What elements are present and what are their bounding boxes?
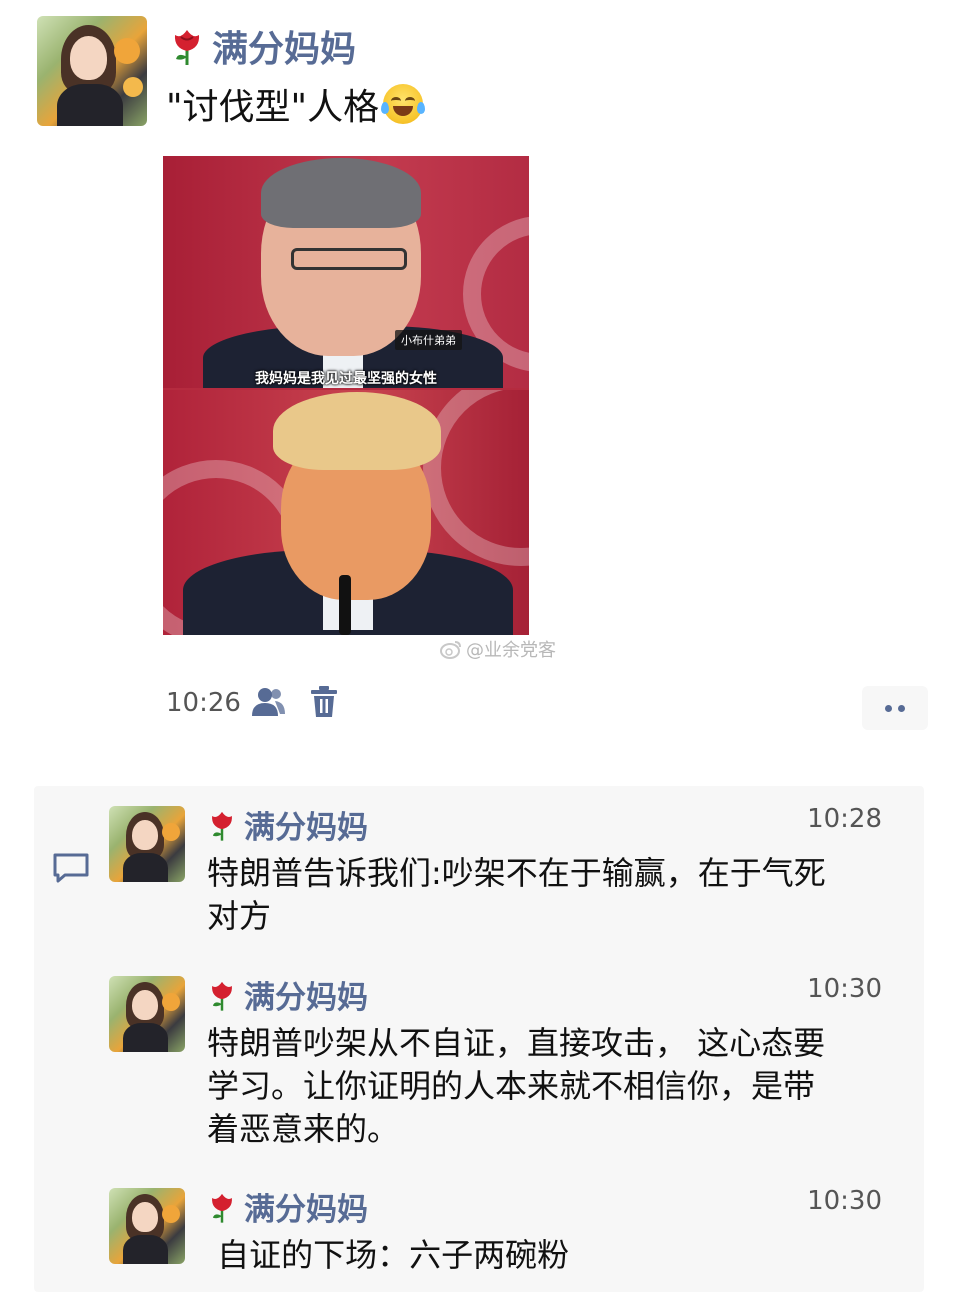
comment-avatar[interactable] xyxy=(109,806,185,882)
comment-time: 10:30 xyxy=(807,974,882,1004)
post-author-name[interactable]: 满分妈妈 xyxy=(170,20,356,72)
image-name-tag: 小布什弟弟 xyxy=(395,330,462,350)
comment-avatar[interactable] xyxy=(109,1188,185,1264)
image-panel-bottom xyxy=(163,390,529,635)
comment-text: 特朗普吵架从不自证，直接攻击， 这心态要 学习。让你证明的人本来就不相信你，是带… xyxy=(207,1024,826,1148)
post-time: 10:26 xyxy=(166,688,241,718)
comment-author-name[interactable]: 满分妈妈 xyxy=(208,972,368,1017)
rose-icon xyxy=(174,30,200,65)
comment-author-name-text: 满分妈妈 xyxy=(244,1192,368,1228)
comment-author-name-text: 满分妈妈 xyxy=(244,810,368,846)
tears-of-joy-emoji xyxy=(381,84,426,124)
post-author-avatar[interactable] xyxy=(37,16,147,126)
more-dot xyxy=(885,704,892,712)
more-dot xyxy=(898,704,905,712)
comment-time: 10:30 xyxy=(807,1186,882,1216)
rose-icon xyxy=(212,1193,232,1223)
image-watermark: @业余党客 xyxy=(440,636,556,662)
image-panel-top: 小布什弟弟 我妈妈是我见过最坚强的女性 xyxy=(163,156,529,388)
comment-author-name-text: 满分妈妈 xyxy=(244,980,368,1016)
image-caption: 我妈妈是我见过最坚强的女性 xyxy=(255,371,437,387)
comment-time: 10:28 xyxy=(807,804,882,834)
post-text-content: "讨伐型"人格 xyxy=(166,87,380,128)
comment-avatar[interactable] xyxy=(109,976,185,1052)
visibility-icon[interactable] xyxy=(248,684,288,720)
comment-author-name[interactable]: 满分妈妈 xyxy=(208,1184,368,1229)
rose-icon xyxy=(212,811,232,841)
comment-icon xyxy=(52,852,90,888)
weibo-icon xyxy=(440,641,461,659)
comment-text: 自证的下场：六子两碗粉 xyxy=(207,1236,570,1274)
post-author-name-text: 满分妈妈 xyxy=(212,29,357,70)
post-text: "讨伐型"人格 xyxy=(166,78,426,130)
comment-author-name[interactable]: 满分妈妈 xyxy=(208,802,368,847)
delete-icon[interactable] xyxy=(308,684,340,720)
post-image[interactable]: 小布什弟弟 我妈妈是我见过最坚强的女性 xyxy=(163,156,529,635)
image-watermark-text: @业余党客 xyxy=(466,640,556,661)
rose-icon xyxy=(212,981,232,1011)
comment-text: 特朗普告诉我们:吵架不在于输赢，在于气死 对方 xyxy=(207,854,826,935)
more-options-button[interactable] xyxy=(862,686,928,730)
